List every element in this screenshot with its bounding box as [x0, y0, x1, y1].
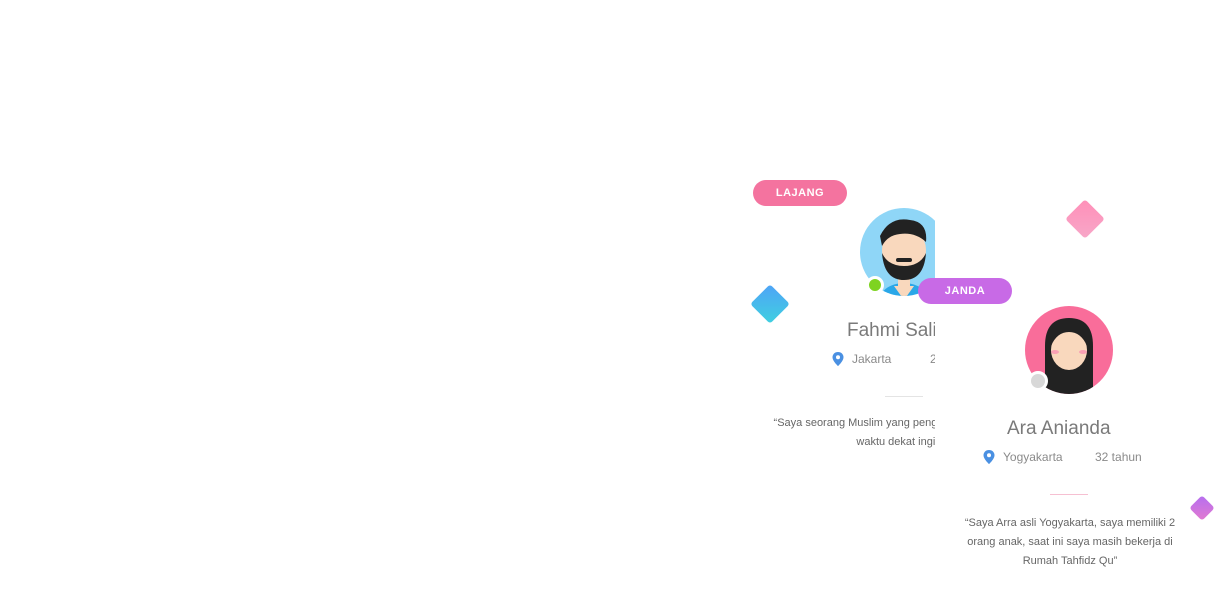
offline-indicator: [1028, 371, 1048, 391]
profile-age: 2: [930, 352, 935, 366]
location-text: Jakarta: [852, 352, 892, 366]
divider: [1050, 494, 1088, 495]
profile-age: 32 tahun: [1095, 450, 1142, 464]
profile-name: Ara Anianda: [1007, 418, 1111, 439]
profile-quote: “Saya seorang Muslim yang pengajar di Ku…: [773, 417, 935, 448]
profile-name: Fahmi Sali: [847, 320, 935, 341]
profile-quote: “Saya Arra asli Yogyakarta, saya memilik…: [964, 517, 1176, 567]
map-pin-icon: [983, 450, 995, 464]
profile-location: Yogyakarta: [983, 450, 1063, 464]
purple-diamond-decoration: [1189, 495, 1215, 521]
map-pin-icon: [832, 352, 844, 366]
profile-card-ara[interactable]: Ara Anianda Yogyakarta 32 tahun “Saya Ar…: [955, 300, 1185, 590]
divider: [885, 396, 923, 397]
profile-card-fahmi[interactable]: Fahmi Sali Jakarta 2 “Saya seorang Musli…: [770, 200, 935, 500]
online-indicator: [866, 276, 884, 294]
profile-location: Jakarta: [832, 352, 891, 366]
location-text: Yogyakarta: [1003, 450, 1063, 464]
pink-diamond-decoration: [1065, 199, 1105, 239]
